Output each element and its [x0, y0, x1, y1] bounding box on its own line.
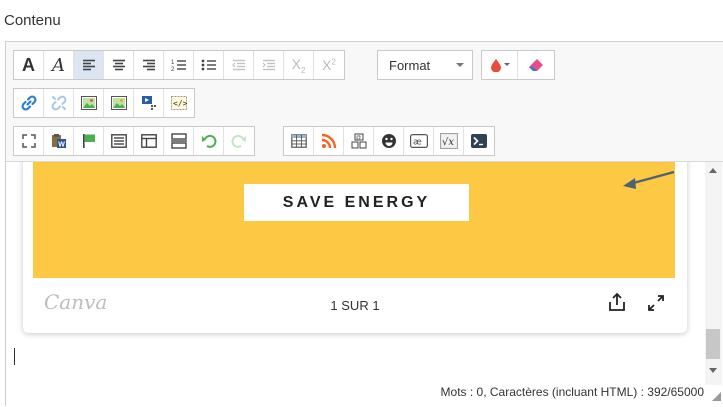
resize-grip-icon[interactable]: [712, 392, 721, 401]
editor-statusbar: Mots : 0, Caractères (incluant HTML) : 3…: [6, 385, 723, 407]
field-label: Contenu: [4, 12, 61, 29]
italic-a-icon[interactable]: A: [44, 51, 74, 79]
toolbar-group-insert: @ æ √x: [283, 126, 495, 156]
page-counter: 1 SUR 1: [330, 298, 380, 313]
table-icon[interactable]: [284, 127, 314, 155]
emoji-icon[interactable]: [374, 127, 404, 155]
svg-text:</>: </>: [173, 99, 187, 108]
indent-icon[interactable]: [254, 51, 284, 79]
text-color-icon[interactable]: [482, 51, 518, 79]
code-console-icon[interactable]: [464, 127, 494, 155]
canva-embed-card: SAVE ENERGY Canva 1 SUR 1: [23, 162, 687, 333]
image-icon[interactable]: [74, 89, 104, 117]
page-break-icon[interactable]: [164, 127, 194, 155]
vertical-scrollbar[interactable]: [705, 162, 722, 385]
svg-text:W: W: [58, 141, 65, 148]
share-icon[interactable]: [607, 292, 627, 312]
video-icon[interactable]: [134, 89, 164, 117]
svg-text:@: @: [356, 135, 361, 141]
redo-icon[interactable]: [224, 127, 254, 155]
subscript-icon[interactable]: X2: [284, 51, 314, 79]
editor-content-area[interactable]: SAVE ENERGY Canva 1 SUR 1: [6, 162, 723, 385]
rich-text-editor[interactable]: A A 12 X2 X2 Format </> W @ æ √x SAVE EN…: [5, 41, 723, 407]
editor-toolbar: A A 12 X2 X2 Format </> W @ æ √x: [6, 42, 723, 162]
list-box-icon[interactable]: [104, 127, 134, 155]
align-center-icon[interactable]: [104, 51, 134, 79]
svg-text:√x: √x: [442, 137, 454, 148]
template-icon[interactable]: [134, 127, 164, 155]
toolbar-group-text: A A 12 X2 X2: [13, 50, 345, 80]
canva-embed-footer: Canva 1 SUR 1: [23, 278, 687, 333]
flag-icon[interactable]: [74, 127, 104, 155]
format-dropdown[interactable]: Format: [377, 50, 473, 80]
toolbar-group-links: </>: [13, 88, 195, 118]
special-chars-icon[interactable]: @: [344, 127, 374, 155]
word-count: Mots : 0, Caractères (incluant HTML) : 3…: [440, 385, 704, 399]
rss-icon[interactable]: [314, 127, 344, 155]
bullet-list-icon[interactable]: [194, 51, 224, 79]
svg-text:æ: æ: [413, 138, 422, 148]
text-cursor: [14, 348, 15, 365]
undo-icon[interactable]: [194, 127, 224, 155]
scroll-down-icon[interactable]: [709, 368, 717, 373]
expand-icon[interactable]: [647, 294, 665, 312]
bold-a-icon[interactable]: A: [14, 51, 44, 79]
toolbar-group-colors: [481, 50, 555, 80]
paste-word-icon[interactable]: W: [44, 127, 74, 155]
scroll-thumb[interactable]: [706, 329, 720, 359]
eraser-icon[interactable]: [518, 51, 554, 79]
svg-text:2: 2: [171, 67, 175, 72]
svg-text:1: 1: [171, 60, 175, 66]
save-energy-button[interactable]: SAVE ENERGY: [244, 184, 469, 221]
format-dropdown-label: Format: [389, 57, 431, 73]
image-edit-icon[interactable]: [104, 89, 134, 117]
arrow-left-icon: [623, 170, 675, 189]
align-right-icon[interactable]: [134, 51, 164, 79]
toolbar-group-tools: W: [13, 126, 255, 156]
align-left-icon[interactable]: [74, 51, 104, 79]
html-embed-icon[interactable]: </>: [164, 89, 194, 117]
scroll-up-icon[interactable]: [709, 168, 717, 173]
outdent-icon[interactable]: [224, 51, 254, 79]
link-icon[interactable]: [14, 89, 44, 117]
ae-ligature-icon[interactable]: æ: [404, 127, 434, 155]
superscript-icon[interactable]: X2: [314, 51, 344, 79]
numbered-list-icon[interactable]: 12: [164, 51, 194, 79]
math-icon[interactable]: √x: [434, 127, 464, 155]
unlink-icon[interactable]: [44, 89, 74, 117]
chevron-down-icon: [456, 63, 464, 67]
canva-design-banner: SAVE ENERGY: [33, 162, 675, 278]
fullscreen-icon[interactable]: [14, 127, 44, 155]
